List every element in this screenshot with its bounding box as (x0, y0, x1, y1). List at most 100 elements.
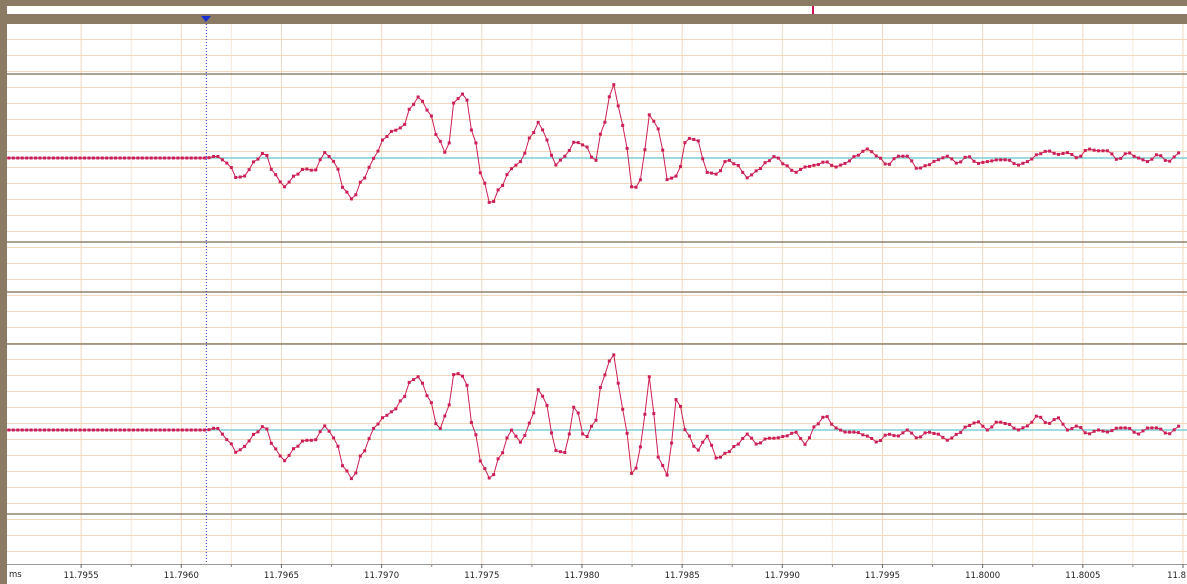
timeline-overview-strip[interactable] (7, 6, 1187, 14)
sample-point (269, 167, 273, 171)
sample-point (696, 139, 700, 143)
sample-point (238, 448, 242, 452)
sample-point (1123, 152, 1127, 156)
sample-point (865, 434, 869, 438)
sample-point (501, 451, 505, 455)
axis-tick-label: 11.8 (1167, 571, 1186, 581)
sample-point (376, 422, 380, 426)
sample-point (87, 428, 91, 432)
sample-point (563, 154, 567, 158)
sample-point (945, 438, 949, 442)
sample-point (932, 159, 936, 163)
cursor-handle-icon[interactable] (200, 15, 212, 23)
sample-point (74, 428, 78, 432)
sample-point (572, 140, 576, 144)
sample-point (901, 154, 905, 158)
sample-point (456, 372, 460, 376)
sample-point (1070, 153, 1074, 156)
sample-point (87, 156, 91, 160)
sample-point (354, 471, 358, 475)
sample-point (830, 163, 834, 167)
sample-point (794, 170, 798, 174)
sample-point (492, 473, 496, 477)
sample-point (358, 454, 362, 458)
sample-point (692, 444, 696, 448)
sample-point (243, 444, 247, 448)
sample-point (1154, 153, 1158, 157)
sample-point (527, 136, 531, 140)
sample-point (510, 428, 513, 432)
sample-point (985, 428, 989, 432)
sample-point (701, 440, 705, 444)
sample-point (1146, 160, 1149, 164)
sample-point (105, 428, 109, 432)
sample-point (616, 381, 620, 385)
sample-point (1039, 152, 1043, 156)
sample-point (616, 104, 620, 108)
axis-tick-label: 11.7990 (765, 571, 800, 581)
sample-point (483, 181, 487, 185)
sample-point (83, 428, 86, 432)
sample-point (581, 432, 585, 436)
sample-point (332, 159, 336, 163)
sample-point (1017, 428, 1020, 432)
sample-point (341, 464, 344, 468)
sample-point (674, 174, 678, 178)
sample-point (754, 169, 758, 173)
sample-point (483, 467, 487, 471)
sample-point (710, 443, 714, 447)
sample-point (839, 428, 843, 432)
sample-point (1048, 421, 1052, 425)
sample-point (1132, 430, 1136, 434)
sample-point (38, 156, 42, 160)
sample-point (585, 145, 589, 149)
sample-point (412, 378, 416, 382)
sample-point (536, 120, 540, 124)
sample-point (638, 445, 642, 449)
sample-point (536, 388, 540, 392)
sample-point (803, 442, 807, 446)
sample-point (879, 156, 883, 160)
sample-point (318, 158, 322, 162)
sample-point (389, 410, 393, 414)
sample-point (381, 416, 384, 420)
sample-point (505, 436, 509, 440)
sample-point (474, 433, 478, 437)
sample-point (176, 156, 180, 160)
sample-point (928, 163, 931, 167)
sample-point (843, 430, 847, 434)
sample-point (300, 168, 304, 171)
sample-point (745, 432, 749, 436)
sample-point (581, 143, 585, 147)
sample-point (647, 113, 651, 117)
sample-point (287, 453, 291, 457)
sample-point (683, 141, 687, 145)
sample-point (634, 185, 638, 189)
sample-point (438, 139, 442, 143)
sample-point (928, 430, 931, 434)
sample-point (896, 434, 900, 438)
sample-point (167, 428, 171, 432)
sample-point (496, 457, 500, 461)
sample-point (1043, 149, 1047, 153)
sample-point (292, 174, 295, 178)
sample-point (1168, 432, 1172, 436)
sample-point (803, 165, 807, 169)
sample-point (158, 428, 162, 432)
waveform-plot-area[interactable] (7, 24, 1187, 564)
sample-point (172, 156, 175, 160)
sample-point (131, 428, 135, 432)
sample-point (919, 435, 923, 439)
sample-point (510, 167, 513, 171)
sample-point (367, 165, 371, 169)
sample-point (825, 415, 829, 419)
sample-point (461, 374, 464, 378)
sample-point (216, 427, 220, 430)
sample-point (416, 95, 420, 99)
sample-point (43, 156, 46, 160)
sample-point (625, 431, 629, 435)
sample-point (1141, 158, 1145, 162)
axis-tick-label: 11.7955 (64, 571, 99, 581)
sample-point (1101, 429, 1105, 433)
sample-point (247, 168, 251, 172)
